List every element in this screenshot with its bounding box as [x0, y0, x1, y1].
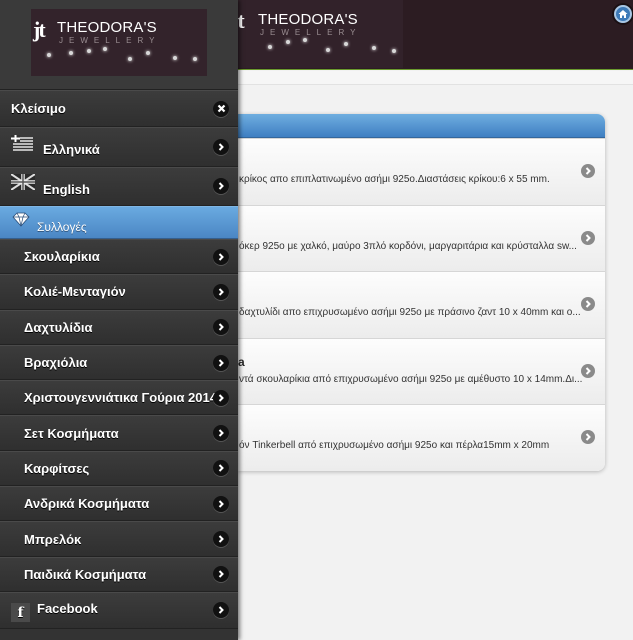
content-toolbar	[238, 71, 633, 85]
chevron-right-icon	[213, 602, 229, 619]
page-header: jt THEODORA'S JEWELLERY	[232, 0, 633, 70]
sparkle-decoration	[193, 57, 197, 61]
category-item[interactable]: Μπρελόκ	[0, 521, 238, 557]
facebook-icon: f	[11, 603, 30, 623]
chevron-right-icon	[213, 389, 229, 406]
collections-header[interactable]: Συλλογές	[0, 206, 238, 239]
category-label: Σετ Κοσμήματα	[24, 425, 119, 441]
category-item[interactable]: Ανδρικά Κοσμήματα	[0, 486, 238, 522]
category-item[interactable]: Βραχιόλια	[0, 344, 238, 381]
greek-flag-icon	[11, 134, 33, 151]
main-page: jt THEODORA'S JEWELLERY κρίκος απο επιπλ…	[232, 0, 633, 640]
facebook-label: Facebook	[37, 600, 98, 616]
category-label: Σκουλαρίκια	[24, 249, 100, 265]
product-row[interactable]: δαχτυλίδι απο επιχρυσωμένο ασήμι 925ο με…	[238, 271, 605, 338]
chevron-right-icon	[213, 138, 229, 155]
diamond-icon	[12, 212, 30, 227]
chevron-right-icon	[581, 363, 595, 378]
chevron-right-icon	[213, 425, 229, 442]
category-label: Ανδρικά Κοσμήματα	[24, 496, 150, 512]
sparkle-decoration	[128, 57, 132, 61]
chevron-right-icon	[213, 354, 229, 371]
sparkle-decoration	[344, 42, 348, 46]
collections-label: Συλλογές	[37, 219, 87, 234]
category-label: Κολιέ-Μενταγιόν	[24, 284, 126, 300]
language-greek[interactable]: Ελληνικά	[0, 127, 238, 167]
product-row[interactable]: κρίκος απο επιπλατινωμένο ασήμι 925ο.Δια…	[238, 138, 605, 205]
product-description: κρίκος απο επιπλατινωμένο ασήμι 925ο.Δια…	[239, 174, 550, 185]
panel-brand-logo[interactable]: jt THEODORA'S JEWELLERY	[31, 9, 207, 76]
category-item[interactable]: Σετ Κοσμήματα	[0, 415, 238, 451]
product-description: όκερ 925ο με χαλκό, μαύρο 3πλό κορδόνι, …	[239, 240, 577, 252]
product-description: όν Tinkerbell από επιχρυσωμένο ασήμι 925…	[239, 440, 550, 452]
logo-monogram: jt	[33, 17, 46, 42]
category-item[interactable]: Παιδικά Κοσμήματα	[0, 556, 238, 592]
chevron-right-icon	[581, 297, 595, 312]
product-title: a	[238, 354, 245, 369]
chevron-right-icon	[213, 283, 229, 300]
category-item[interactable]: Χριστουγεννιάτικα Γούρια 2014	[0, 380, 238, 416]
sparkle-decoration	[146, 51, 150, 55]
product-list: κρίκος απο επιπλατινωμένο ασήμι 925ο.Δια…	[238, 114, 605, 471]
product-row[interactable]: όκερ 925ο με χαλκό, μαύρο 3πλό κορδόνι, …	[238, 204, 605, 272]
category-label: Παιδικά Κοσμήματα	[24, 566, 147, 582]
chevron-right-icon	[213, 460, 229, 477]
language-label: Ελληνικά	[43, 142, 100, 158]
chevron-right-icon	[213, 531, 229, 548]
sparkle-decoration	[303, 38, 307, 42]
close-label: Κλείσιμο	[11, 101, 66, 116]
product-row[interactable]: a ντά σκουλαρίκια από επιχρυσωμένο ασήμι…	[238, 337, 605, 405]
sparkle-decoration	[47, 53, 51, 57]
category-item[interactable]: Δαχτυλίδια	[0, 309, 238, 345]
close-panel-button[interactable]: Κλείσιμο	[0, 90, 238, 127]
home-button[interactable]	[614, 5, 632, 23]
sparkle-decoration	[392, 49, 396, 53]
facebook-link[interactable]: f Facebook	[0, 591, 238, 629]
chevron-right-icon	[213, 178, 229, 195]
category-item[interactable]: Καρφίτσες	[0, 450, 238, 487]
sparkle-decoration	[173, 56, 177, 60]
home-icon	[618, 10, 628, 18]
category-label: Δαχτυλίδια	[24, 319, 93, 335]
sparkle-decoration	[326, 48, 330, 52]
logo-name: THEODORA'S	[258, 11, 358, 28]
chevron-right-icon	[213, 566, 229, 583]
sparkle-decoration	[69, 51, 73, 55]
logo-subtitle: JEWELLERY	[59, 36, 161, 45]
logo-subtitle: JEWELLERY	[260, 28, 362, 37]
list-divider	[238, 114, 605, 138]
brand-logo[interactable]: jt THEODORA'S JEWELLERY	[232, 0, 403, 68]
category-item[interactable]: Κολιέ-Μενταγιόν	[0, 274, 238, 310]
panel-header: jt THEODORA'S JEWELLERY	[0, 0, 238, 90]
sparkle-decoration	[87, 49, 91, 53]
category-item[interactable]: Σκουλαρίκια	[0, 239, 238, 275]
category-label: Βραχιόλια	[24, 355, 88, 371]
chevron-right-icon	[213, 495, 229, 512]
chevron-right-icon	[581, 230, 595, 245]
product-description: ντά σκουλαρίκια από επιχρυσωμένο ασήμι 9…	[239, 373, 583, 385]
navigation-panel: jt THEODORA'S JEWELLERY Κλείσιμο Ελληνικ…	[0, 0, 238, 640]
logo-name: THEODORA'S	[57, 19, 157, 36]
chevron-right-icon	[581, 164, 595, 178]
chevron-right-icon	[213, 319, 229, 336]
chevron-right-icon	[581, 430, 595, 445]
product-row[interactable]: όν Tinkerbell από επιχρυσωμένο ασήμι 925…	[238, 404, 605, 471]
category-label: Καρφίτσες	[24, 460, 90, 476]
product-description: δαχτυλίδι απο επιχρυσωμένο ασήμι 925ο με…	[239, 307, 581, 319]
close-icon	[213, 100, 229, 117]
chevron-right-icon	[213, 248, 229, 265]
uk-flag-icon	[11, 174, 35, 191]
language-english[interactable]: English	[0, 166, 238, 206]
category-label: Μπρελόκ	[24, 531, 82, 547]
sparkle-decoration	[372, 46, 376, 50]
sparkle-decoration	[268, 45, 272, 49]
category-label: Χριστουγεννιάτικα Γούρια 2014	[24, 390, 217, 406]
language-label: English	[43, 181, 90, 197]
sparkle-decoration	[103, 47, 107, 51]
sparkle-decoration	[286, 40, 290, 44]
